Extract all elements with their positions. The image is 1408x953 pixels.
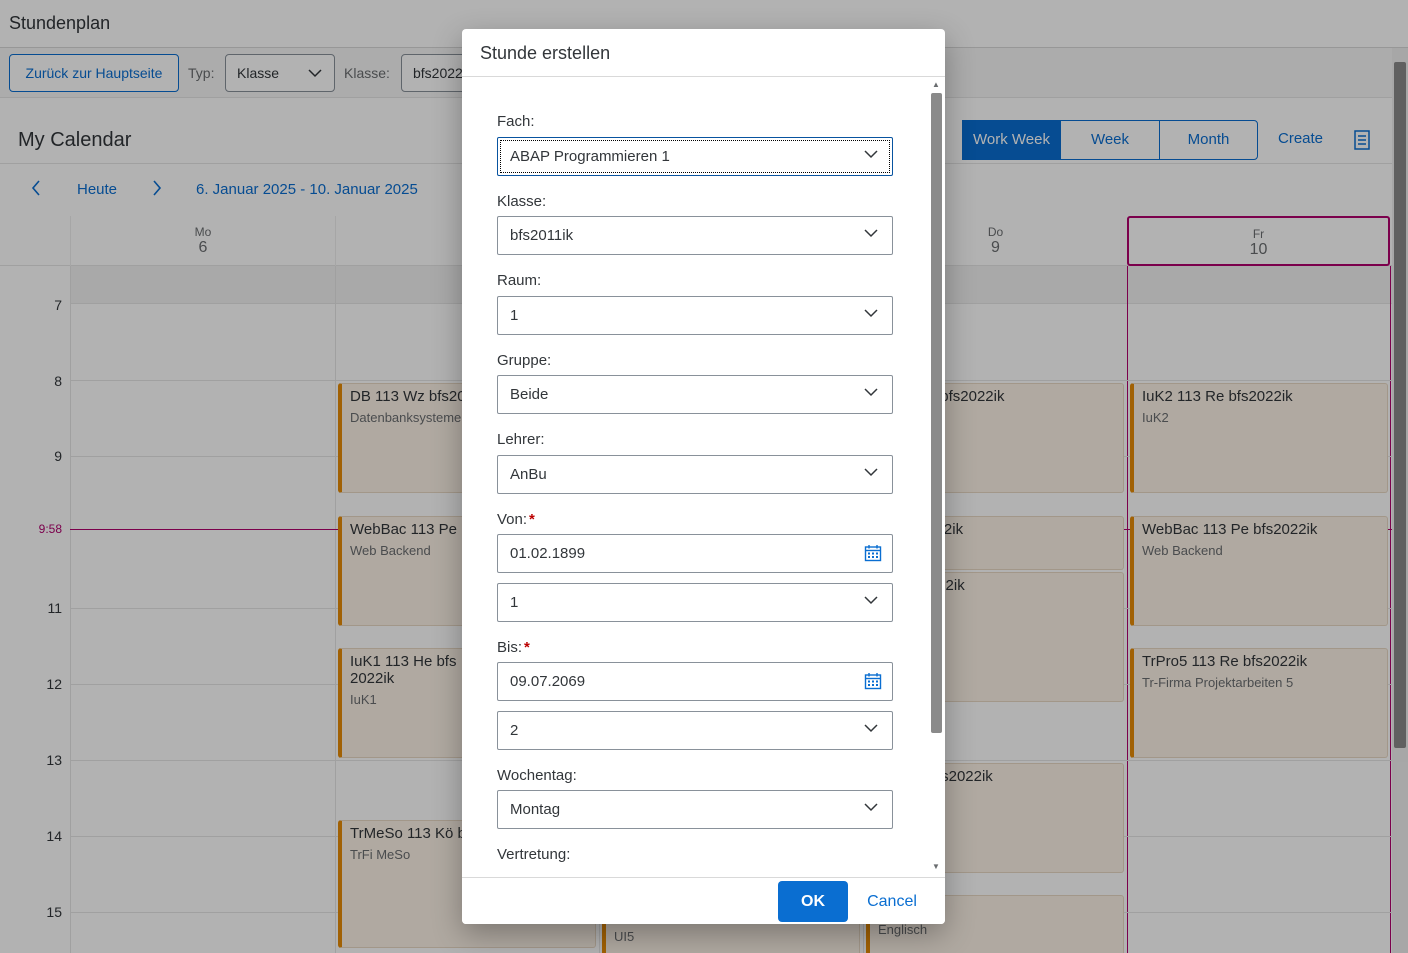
bis-label-text: Bis: xyxy=(497,639,523,656)
von-slot-select[interactable]: 1 xyxy=(497,583,893,622)
chevron-down-icon xyxy=(864,803,878,812)
raum-label: Raum: xyxy=(497,272,542,289)
wochentag-value: Montag xyxy=(510,801,561,818)
wochentag-label: Wochentag: xyxy=(497,767,577,784)
bis-date-input[interactable]: 09.07.2069 xyxy=(497,662,893,701)
chevron-down-icon xyxy=(864,388,878,397)
dialog-title: Stunde erstellen xyxy=(480,43,611,63)
dialog-footer: OK Cancel xyxy=(462,877,945,924)
gruppe-select[interactable]: Beide xyxy=(497,375,893,414)
von-date-input[interactable]: 01.02.1899 xyxy=(497,534,893,573)
create-lesson-dialog: Stunde erstellen Fach: ABAP Programmiere… xyxy=(462,29,945,924)
calendar-icon[interactable] xyxy=(864,672,882,690)
dialog-scrollbar-thumb[interactable] xyxy=(931,93,942,733)
chevron-down-icon xyxy=(864,468,878,477)
dialog-content: Fach: ABAP Programmieren 1 Klasse: bfs20… xyxy=(462,77,945,877)
vertretung-label: Vertretung: xyxy=(497,846,571,863)
klasse-select[interactable]: bfs2011ik xyxy=(497,216,893,255)
required-marker: * xyxy=(524,639,530,656)
chevron-down-icon xyxy=(864,309,878,318)
bis-label: Bis: * xyxy=(497,639,530,656)
bis-slot-select[interactable]: 2 xyxy=(497,711,893,750)
ok-button[interactable]: OK xyxy=(778,881,848,922)
calendar-icon[interactable] xyxy=(864,544,882,562)
von-slot-value: 1 xyxy=(510,594,519,611)
von-label: Von: * xyxy=(497,511,535,528)
dialog-header: Stunde erstellen xyxy=(462,29,945,77)
bis-slot-value: 2 xyxy=(510,722,519,739)
fach-label: Fach: xyxy=(497,113,535,130)
raum-select[interactable]: 1 xyxy=(497,296,893,335)
lehrer-select[interactable]: AnBu xyxy=(497,455,893,494)
von-date-value: 01.02.1899 xyxy=(510,545,586,562)
chevron-down-icon xyxy=(864,229,878,238)
gruppe-value: Beide xyxy=(510,386,549,403)
von-label-text: Von: xyxy=(497,511,528,528)
chevron-down-icon xyxy=(864,150,878,159)
lehrer-value: AnBu xyxy=(510,466,547,483)
raum-value: 1 xyxy=(510,307,519,324)
lehrer-label: Lehrer: xyxy=(497,431,545,448)
klasse-label: Klasse: xyxy=(497,193,547,210)
scroll-up-icon[interactable]: ▲ xyxy=(932,80,940,89)
wochentag-select[interactable]: Montag xyxy=(497,790,893,829)
chevron-down-icon xyxy=(864,596,878,605)
cancel-button[interactable]: Cancel xyxy=(860,881,924,922)
klasse-value: bfs2011ik xyxy=(510,227,574,244)
fach-value: ABAP Programmieren 1 xyxy=(510,148,670,165)
scroll-down-icon[interactable]: ▼ xyxy=(932,862,940,871)
required-marker: * xyxy=(529,511,535,528)
bis-date-value: 09.07.2069 xyxy=(510,673,586,690)
fach-select[interactable]: ABAP Programmieren 1 xyxy=(497,137,893,176)
dialog-scrollbar[interactable]: ▲ ▼ xyxy=(929,77,943,877)
chevron-down-icon xyxy=(864,724,878,733)
gruppe-label: Gruppe: xyxy=(497,352,552,369)
